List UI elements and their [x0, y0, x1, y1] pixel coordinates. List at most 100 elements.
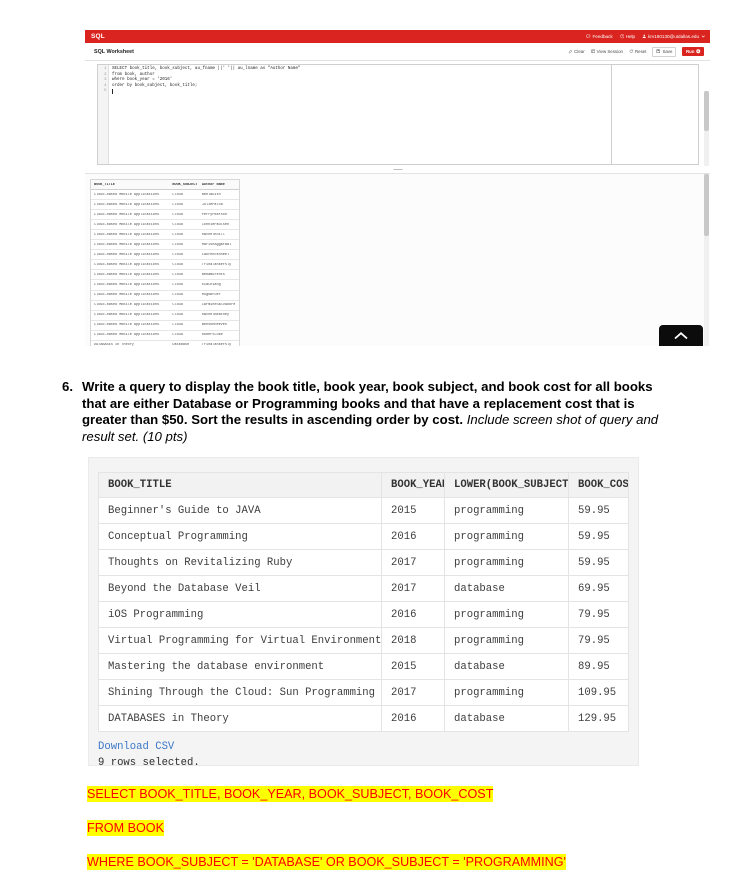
grid-row: Cloud-based Mobile Applications Cloud Rach…	[91, 311, 239, 321]
grid-cell: Cloud-based Mobile Applications	[94, 323, 160, 328]
run-label: Run	[685, 49, 695, 54]
grid-cell: Cloud	[172, 282, 183, 287]
answer-sql-line: FROM BOOK	[87, 820, 707, 837]
table-row: Beginner's Guide to JAVA 2015 programming 5…	[98, 497, 629, 524]
grid-header-cell[interactable]: BOOK_TITLE	[91, 183, 172, 187]
cell-book-cost: 79.95	[568, 601, 629, 628]
grid-cell: Cloud	[172, 262, 183, 267]
cell-book-subject: database	[444, 575, 569, 602]
grid-cell: NebaBurents	[201, 272, 225, 277]
embedded-screenshot: SQL Feedback ? Help krv180130@utdallas.e…	[85, 30, 710, 350]
cell-book-year: 2016	[381, 705, 445, 732]
help-button[interactable]: ? Help	[619, 34, 636, 39]
run-button[interactable]: Run	[682, 47, 704, 56]
save-disk-icon	[656, 49, 661, 54]
reset-button[interactable]: Reset	[629, 49, 646, 54]
table-row: DATABASES in Theory 2016 database 129.95	[98, 705, 629, 732]
grid-cell: Cloud	[172, 232, 183, 237]
cell-book-subject: programming	[444, 523, 569, 550]
grid-cell: Cloud-based Mobile Applications	[94, 303, 160, 308]
table-row: Thoughts on Revitalizing Ruby 2017 program…	[98, 549, 629, 576]
text-cursor	[112, 89, 113, 94]
cell-book-subject: database	[444, 705, 569, 732]
cell-book-year: 2016	[381, 523, 445, 550]
result-panel: BOOK_TITLE BOOK_YEAR LOWER(BOOK_SUBJECT)…	[88, 457, 639, 769]
cell-book-year: 2015	[381, 653, 445, 680]
cell-book-subject: programming	[444, 679, 569, 706]
scroll-thumb[interactable]	[704, 91, 709, 131]
cell-book-title: Virtual Programming for Virtual Environm…	[98, 627, 382, 654]
cell-book-title: DATABASES in Theory	[98, 705, 382, 732]
sql-editor[interactable]: 1 2 3 4 5 SELECT book_title, book_subjec…	[97, 64, 699, 165]
grid-cell: Cloud-based Mobile Applications	[94, 282, 160, 287]
cell-book-subject: programming	[444, 549, 569, 576]
user-icon	[642, 34, 646, 39]
download-csv-link[interactable]: Download CSV	[98, 740, 638, 756]
results-grid: BOOK_TITLE BOOK_SUBJECT Author Name Clou…	[90, 179, 240, 346]
topbar-right-group: Feedback ? Help krv180130@utdallas.edu	[586, 34, 705, 39]
cell-book-subject: programming	[444, 601, 569, 628]
answer-sql-block: SELECT BOOK_TITLE, BOOK_YEAR, BOOK_SUBJE…	[87, 786, 707, 888]
reset-label: Reset	[634, 49, 647, 54]
grid-cell: Cloud	[172, 202, 183, 207]
grid-header-cell[interactable]: Author Name	[202, 183, 239, 187]
cell-book-cost: 89.95	[568, 653, 629, 680]
table-row: Mastering the database environment 2015 da…	[98, 653, 629, 680]
scroll-thumb[interactable]	[704, 174, 709, 236]
grid-cell: Cloud-based Mobile Applications	[94, 202, 160, 207]
grid-cell: JuliePalca	[201, 202, 223, 207]
grid-cell: Cloud	[172, 333, 183, 338]
rows-selected-text: 9 rows selected.	[98, 756, 200, 769]
answer-sql-line-1: SELECT BOOK_TITLE, BOOK_YEAR, BOOK_SUBJE…	[87, 786, 494, 802]
grid-cell: Cloud-based Mobile Applications	[94, 222, 160, 227]
grid-cell: HarishAggarwal	[201, 242, 232, 247]
feedback-button[interactable]: Feedback	[586, 34, 613, 39]
grid-cell: Cloud	[172, 252, 183, 257]
grid-cell: Cloud-based Mobile Applications	[94, 262, 160, 267]
cell-book-cost: 69.95	[568, 575, 629, 602]
list-icon	[591, 49, 595, 54]
scroll-to-top-button[interactable]	[659, 325, 703, 346]
grid-row: Cloud-based Mobile Applications Cloud Conn…	[91, 220, 239, 231]
grid-header-cell[interactable]: BOOK_SUBJECT	[172, 183, 201, 187]
grid-row: Cloud-based Mobile Applications Cloud Juli…	[91, 200, 239, 211]
table-row: Virtual Programming for Virtual Environm…	[98, 627, 629, 654]
column-header-book-title[interactable]: BOOK_TITLE	[98, 472, 382, 498]
code-line: order by book_subject, book_title;	[112, 83, 198, 88]
clear-button[interactable]: Clear	[568, 49, 585, 54]
column-header-book-year[interactable]: BOOK_YEAR	[381, 472, 445, 498]
grid-cell: DATABASES in Theory	[94, 343, 134, 346]
user-menu[interactable]: krv180130@utdallas.edu	[642, 34, 705, 39]
worksheet-toolbar: SQL Worksheet Clear View Session Reset S…	[85, 43, 710, 61]
grid-cell: Cloud	[172, 272, 183, 277]
save-button[interactable]: Save	[652, 46, 677, 57]
cell-book-title: Thoughts on Revitalizing Ruby	[98, 549, 382, 576]
help-label: Help	[625, 34, 636, 39]
grid-cell: CarmineSalvadore	[201, 303, 236, 308]
results-scrollbar[interactable]	[704, 174, 709, 346]
grid-cell: RachelKnill	[201, 232, 225, 237]
cell-book-subject: programming	[444, 627, 569, 654]
cell-book-cost: 79.95	[568, 627, 629, 654]
grid-cell: LaurenceSheel	[201, 252, 230, 257]
editor-code[interactable]: SELECT book_title, book_subject, au_fnam…	[109, 65, 698, 164]
cell-book-year: 2017	[381, 575, 445, 602]
answer-sql-line: SELECT BOOK_TITLE, BOOK_YEAR, BOOK_SUBJE…	[87, 786, 707, 803]
eraser-icon	[568, 50, 573, 54]
grid-cell: Cloud	[172, 323, 183, 328]
app-topbar: SQL Feedback ? Help krv180130@utdallas.e…	[85, 30, 710, 43]
editor-side-panel	[611, 65, 698, 164]
cell-book-title: Beyond the Database Veil	[98, 575, 382, 602]
grid-row: Cloud-based Mobile Applications Cloud Robe…	[91, 331, 239, 341]
column-header-book-subject[interactable]: LOWER(BOOK_SUBJECT)	[444, 472, 569, 498]
column-header-book-cost[interactable]: BOOK_COST	[568, 472, 629, 498]
splitter-handle[interactable]	[85, 166, 710, 173]
question-number: 6.	[62, 379, 73, 394]
grid-row: Cloud-based Mobile Applications Cloud Carm…	[91, 301, 239, 311]
view-session-button[interactable]: View Session	[591, 49, 623, 54]
grid-cell: Cloud	[172, 303, 183, 308]
grid-cell: Cloud	[172, 313, 183, 318]
table-row: Shining Through the Cloud: Sun Programmi…	[98, 679, 629, 706]
cell-book-cost: 109.95	[568, 679, 629, 706]
grid-row: Cloud-based Mobile Applications Cloud Neba…	[91, 270, 239, 281]
